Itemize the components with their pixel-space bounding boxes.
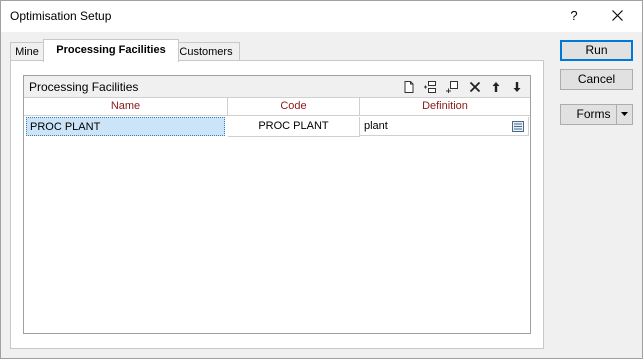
help-icon: ? [570,8,578,23]
close-button[interactable] [606,6,628,26]
column-header-definition[interactable]: Definition [360,98,530,116]
run-button-label: Run [585,43,608,57]
grid-header: Processing Facilities [24,76,530,98]
processing-facilities-panel: Processing Facilities Name Code Definiti… [10,60,544,349]
append-row-icon[interactable] [445,80,459,94]
column-header-name[interactable]: Name [24,98,228,116]
insert-row-icon[interactable] [423,80,437,94]
cell-code[interactable]: PROC PLANT [228,117,360,137]
browse-definition-icon[interactable] [512,121,524,132]
delete-row-icon[interactable] [468,80,482,94]
cell-name[interactable]: PROC PLANT [26,117,225,136]
title-bar: Optimisation Setup ? [1,1,642,32]
tab-mine[interactable]: Mine [10,42,44,61]
help-button[interactable]: ? [563,6,585,26]
move-down-icon[interactable] [510,80,524,94]
tab-processing-facilities[interactable]: Processing Facilities [43,39,179,62]
tab-customers[interactable]: Customers [172,42,240,61]
optimisation-setup-dialog: Optimisation Setup ? Mine Customers Proc… [0,0,643,359]
forms-button[interactable]: Forms [560,104,633,125]
run-button[interactable]: Run [560,40,633,61]
move-up-icon[interactable] [489,80,503,94]
cancel-button-label: Cancel [577,72,616,86]
processing-facilities-grid: Processing Facilities Name Code Definiti… [23,75,531,334]
cancel-button[interactable]: Cancel [560,69,633,90]
new-row-icon[interactable] [402,80,416,94]
window-title: Optimisation Setup [10,9,112,23]
chevron-down-icon [621,112,628,116]
cell-definition[interactable]: plant [360,117,529,136]
column-header-code[interactable]: Code [228,98,360,116]
forms-dropdown[interactable] [616,105,632,124]
definition-value: plant [364,120,388,132]
close-icon [611,10,623,21]
forms-button-label: Forms [576,107,611,121]
grid-title: Processing Facilities [29,80,139,94]
